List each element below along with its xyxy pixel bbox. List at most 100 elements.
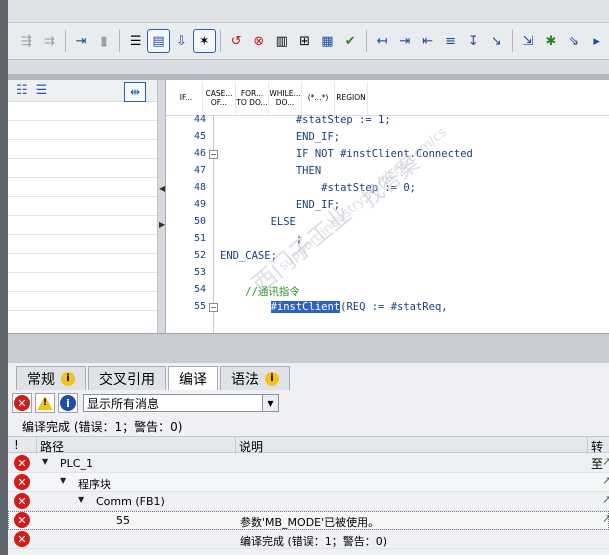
info-icon: i [61,371,75,386]
collapse-right-icon[interactable]: ▶ [159,220,165,229]
tab-general[interactable]: 常规 i [16,366,86,390]
indent-right-icon[interactable]: ⇥ [394,30,415,52]
fold-toggle[interactable]: − [209,150,218,159]
keyword-if[interactable]: IF... [170,81,203,114]
keyword-comment[interactable]: (*...*) [302,81,335,114]
fold-guide [213,116,214,333]
expand-icon[interactable]: ▼ [78,495,84,504]
error-icon: ✕ [14,395,30,411]
code-line: #statStep := 1; [220,114,391,126]
block-icon[interactable]: ≡ [440,30,461,52]
goto-icon[interactable]: ↗ [602,455,609,468]
toolbar-divider [511,30,513,52]
keyword-case[interactable]: CASE... OF... [203,81,236,114]
download-check-icon[interactable]: ✔ [340,30,361,52]
error-icon: ✕ [14,531,30,547]
expand-icon[interactable]: ▼ [60,476,66,485]
align-icon[interactable]: ☷ [16,83,28,98]
star-box-icon[interactable]: ✶ [192,29,216,53]
col-header-path[interactable]: 路径 [40,438,64,455]
line-number: 44 [193,114,206,125]
list-icon[interactable]: ☰ [36,83,48,98]
filter-errors-button[interactable]: ✕ [12,393,32,413]
editor-toolbar: ⇶ ⇉ ⇥ ▮ ☰ ▤ ⇩ ✶ ↺ ⊗ ▥ ⊞ ▦ ✔ ↤ ⇥ ⇤ ≡ ↧ ↘ … [8,22,609,60]
goto-icon[interactable]: ↗ [602,474,609,487]
collapse-left-icon[interactable]: ◀ [159,184,165,193]
jump-icon[interactable]: ↘ [486,30,507,52]
line-number: 50 [193,216,206,227]
arrows-icon[interactable]: ⇹ [124,82,146,102]
pause-icon[interactable]: ⇘ [563,30,584,52]
top-strip [8,0,609,22]
left-pane-row [8,273,157,292]
program-icon[interactable]: ▥ [271,30,292,52]
toolbar-divider [219,30,221,52]
code-line: ; [220,233,303,245]
extra-icon[interactable]: ▸ [586,30,607,52]
tab-syntax[interactable]: 语法 i [220,366,290,390]
table-row[interactable]: ✕ 编译完成 (错误：1；警告：0) [8,530,609,549]
goto-icon[interactable]: ↗ [602,493,609,506]
fold-toggle[interactable]: − [209,303,218,312]
left-pane-row [8,178,157,197]
tab-compile[interactable]: 编译 [168,366,218,390]
keyword-while[interactable]: WHILE... DO... [269,81,302,114]
code-rest: (REQ := #statReq, [340,301,448,313]
comment-icon[interactable]: ▮ [93,30,114,52]
message-filter-value: 显示所有消息 [87,396,160,411]
indent-increase-icon[interactable]: ⇶ [16,30,37,52]
pane-splitter[interactable]: ◀ ▶ [158,80,166,333]
keyword-bar: IF... CASE... OF... FOR... TO DO... WHIL… [166,80,609,116]
code-line: #instClient(REQ := #statReq, [220,301,448,313]
table-row[interactable]: ✕ 55 参数'MB_MODE'已被使用。 ↗ [8,511,609,530]
point-icon[interactable]: ⇲ [518,30,539,52]
desc-cell: 编译完成 (错误：1；警告：0) [240,535,388,548]
toolbar-divider [64,30,66,52]
path-cell: PLC_1 [60,457,93,470]
keyword-for[interactable]: FOR... TO DO... [236,81,269,114]
list-view-icon[interactable]: ☰ [125,30,146,52]
table-row[interactable]: ✕ ▼ PLC_1 ↗ [8,454,609,473]
path-cell: 程序块 [78,478,111,491]
panel-separator[interactable] [8,333,609,363]
structured-view-icon[interactable]: ▤ [147,29,170,53]
tab-label: 交叉引用 [99,371,155,388]
code-line: END_IF; [220,131,341,143]
line-number: 54 [193,284,206,295]
message-filter-select[interactable]: 显示所有消息 ▼ [83,394,279,412]
left-pane-row [8,140,157,159]
expand-icon[interactable]: ▼ [42,457,48,466]
path-cell: Comm (FB1) [96,495,165,508]
point-next-icon[interactable]: ✱ [540,30,561,52]
code-line: #statStep := 0; [220,182,416,194]
table-row[interactable]: ✕ ▼ 程序块 ↗ [8,473,609,492]
col-divider [235,437,236,454]
filter-warnings-button[interactable]: ! [35,393,55,413]
code-editor[interactable]: IF... CASE... OF... FOR... TO DO... WHIL… [166,80,609,333]
disconnect-icon[interactable]: ↺ [226,30,247,52]
chevron-down-icon[interactable]: ▼ [262,395,278,411]
line-number: 46 [193,148,206,159]
filter-info-button[interactable]: i [58,393,78,413]
col-header-desc[interactable]: 说明 [239,438,263,455]
table-row[interactable]: ✕ ▼ Comm (FB1) ↗ [8,492,609,511]
indent-left-icon[interactable]: ⇤ [417,30,438,52]
stack-icon[interactable]: ▦ [317,30,338,52]
insert-block-icon[interactable]: ⇥ [71,30,92,52]
left-pane-row [8,216,157,235]
monitor-icon[interactable]: ⇩ [171,30,192,52]
indent-decrease-icon[interactable]: ⇉ [39,30,60,52]
step-icon[interactable]: ↧ [463,30,484,52]
error-icon: ✕ [14,474,30,490]
left-pane-row [8,254,157,273]
goto-icon[interactable]: ↗ [602,512,609,525]
call-icon[interactable]: ⊞ [294,30,315,52]
keyword-region[interactable]: REGION [335,81,368,114]
line-number: 55 [193,301,206,312]
tab-cross-reference[interactable]: 交叉引用 [88,366,166,390]
goto-begin-icon[interactable]: ↤ [372,30,393,52]
code-selection[interactable]: #instClient [270,301,341,313]
left-pane: ☷ ☰ [8,80,158,333]
left-pane-row [8,102,157,121]
break-icon[interactable]: ⊗ [248,30,269,52]
